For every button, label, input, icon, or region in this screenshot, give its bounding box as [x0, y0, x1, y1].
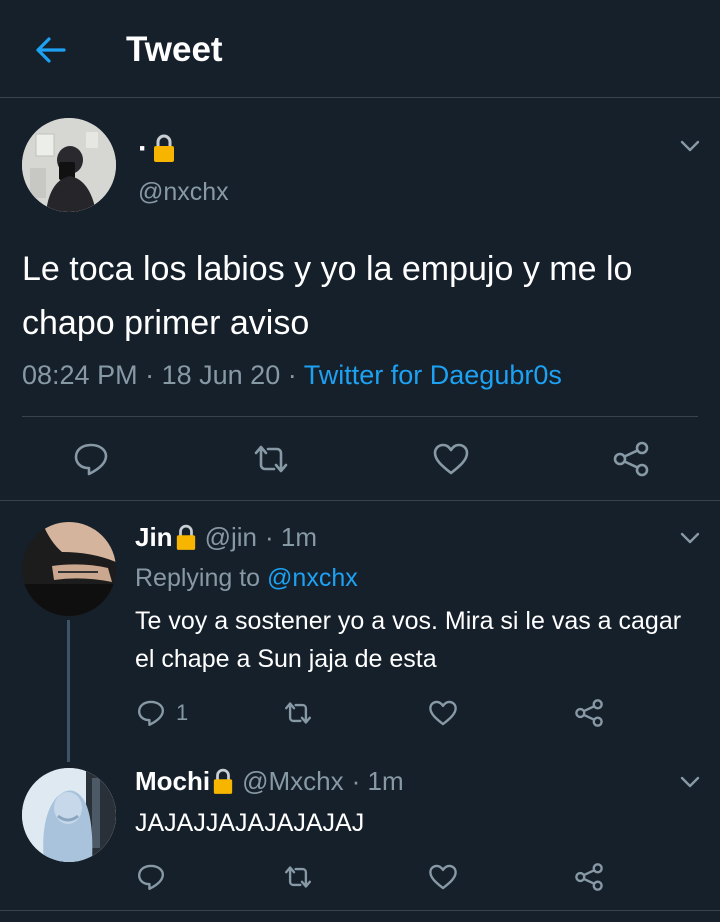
tweet-text: Le toca los labios y yo la empujo y me l… — [22, 250, 633, 342]
main-tweet: · @nxchx Le toca los labios y yo la empu… — [0, 98, 720, 501]
tweet-meta: 08:24 PM · 18 Jun 20 · Twitter for Daegu… — [22, 360, 562, 390]
reply-icon — [74, 443, 108, 476]
share-icon — [575, 699, 603, 727]
like-button[interactable] — [428, 699, 458, 727]
replying-to: Replying to @nxchx — [135, 564, 358, 592]
tweet-time: 08:24 PM — [22, 360, 138, 390]
display-name: Jin — [135, 522, 173, 552]
handle: @nxchx — [138, 178, 229, 206]
reply-tweet[interactable]: Jin @jin · 1m Replying to @nxchx Te voy … — [0, 502, 720, 750]
like-button[interactable] — [432, 442, 470, 476]
like-icon — [429, 864, 457, 890]
handle: @Mxchx — [242, 766, 344, 796]
retweet-icon — [254, 445, 288, 473]
avatar[interactable] — [22, 522, 116, 616]
chevron-down-icon[interactable] — [679, 774, 701, 790]
tweet-text: Te voy a sostener yo a vos. Mira si le v… — [135, 607, 682, 673]
lock-icon — [154, 134, 174, 162]
top-bar: Tweet — [0, 0, 720, 98]
share-icon — [613, 441, 649, 477]
chevron-down-icon[interactable] — [679, 138, 701, 154]
tweet-source-link[interactable]: Twitter for Daegubr0s — [304, 360, 562, 390]
reply-header: Mochi @Mxchx · 1m — [135, 766, 404, 797]
reply-button[interactable] — [136, 862, 166, 892]
like-icon — [429, 700, 457, 726]
reply-time: · 1m — [351, 766, 404, 796]
avatar-photo — [22, 768, 116, 862]
thread-connector — [67, 620, 70, 762]
tweet-date: 18 Jun 20 — [161, 360, 281, 390]
back-button[interactable] — [30, 32, 70, 68]
reply-button[interactable]: 1 — [136, 698, 188, 728]
page-title: Tweet — [126, 30, 223, 69]
like-button[interactable] — [428, 863, 458, 891]
reply-count: 1 — [176, 700, 189, 725]
display-name: · — [138, 132, 176, 166]
reply-icon — [137, 864, 165, 891]
reply-time: · 1m — [264, 522, 317, 552]
lock-icon — [176, 524, 195, 550]
share-button[interactable] — [612, 441, 650, 477]
divider — [0, 910, 720, 911]
reply-icon — [137, 700, 165, 727]
display-name: Mochi — [135, 766, 211, 796]
handle: @jin — [204, 522, 257, 552]
lock-icon — [213, 768, 233, 794]
share-icon — [575, 863, 603, 891]
retweet-button[interactable] — [283, 700, 313, 726]
retweet-button[interactable] — [252, 443, 290, 475]
avatar[interactable] — [22, 768, 116, 862]
retweet-icon — [284, 702, 312, 724]
reply-header: Jin @jin · 1m — [135, 522, 317, 553]
mention-link[interactable]: @nxchx — [267, 564, 358, 592]
share-button[interactable] — [574, 698, 604, 728]
avatar-photo — [22, 522, 116, 616]
share-button[interactable] — [574, 862, 604, 892]
avatar-photo — [22, 118, 116, 212]
retweet-icon — [284, 866, 312, 888]
tweet-text: JAJAJJAJAJAJAJAJ — [135, 809, 365, 837]
chevron-down-icon[interactable] — [679, 530, 701, 546]
like-icon — [433, 443, 469, 475]
reply-tweet[interactable]: Mochi @Mxchx · 1m JAJAJJAJAJAJAJAJ — [0, 750, 720, 910]
back-arrow-icon — [36, 37, 66, 63]
divider — [22, 416, 698, 417]
retweet-button[interactable] — [283, 864, 313, 890]
avatar[interactable] — [22, 118, 116, 212]
reply-button[interactable] — [72, 440, 110, 478]
